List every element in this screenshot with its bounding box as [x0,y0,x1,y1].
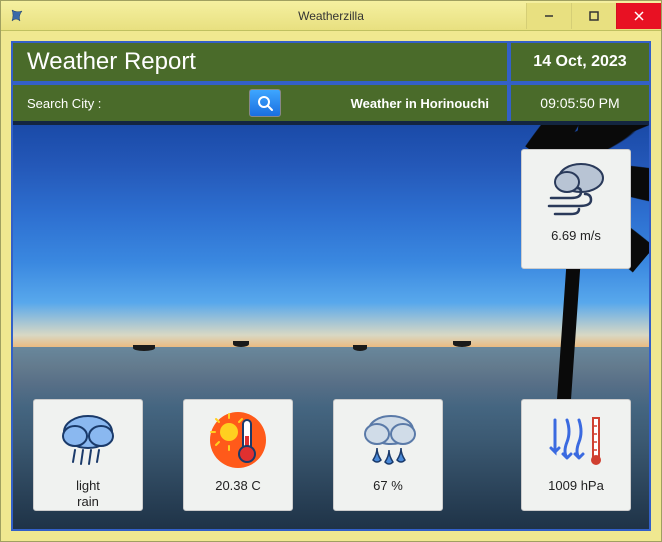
pressure-value: 1009 hPa [548,478,604,494]
window-title: Weatherzilla [298,9,364,23]
wind-card: 6.69 m/s [521,149,631,269]
thermometer-icon [203,408,273,472]
humidity-icon [353,408,423,472]
titlebar-buttons [526,3,661,29]
minimize-button[interactable] [526,3,571,29]
titlebar: Weatherzilla [1,1,661,31]
humidity-card: 67 % [333,399,443,511]
main-frame: Weather Report 14 Oct, 2023 Search City … [11,41,651,531]
time-display: 09:05:50 PM [507,85,649,121]
temperature-card: 20.38 C [183,399,293,511]
wind-value: 6.69 m/s [551,228,601,244]
date-display: 14 Oct, 2023 [507,43,649,81]
page-title: Weather Report [13,48,507,76]
humidity-value: 67 % [373,478,403,494]
search-input[interactable] [111,93,241,113]
search-icon [256,94,274,112]
maximize-icon [589,11,599,21]
app-window: Weatherzilla Weather Report 14 Oct, 2023… [0,0,662,542]
condition-value: light rain [76,478,100,509]
close-button[interactable] [616,3,661,29]
location-label: Weather in Horinouchi [281,96,507,111]
search-bar: Search City : Weather in Horinouchi 09:0… [13,85,649,121]
pressure-card: 1009 hPa [521,399,631,511]
maximize-button[interactable] [571,3,616,29]
search-label: Search City : [13,96,111,111]
app-icon [9,8,25,24]
close-icon [634,11,644,21]
wind-icon [541,158,611,222]
app-body: Weather Report 14 Oct, 2023 Search City … [1,31,661,541]
condition-card: light rain [33,399,143,511]
pressure-icon [541,408,611,472]
temperature-value: 20.38 C [215,478,261,494]
rain-cloud-icon [53,408,123,472]
minimize-icon [544,11,554,21]
header-bar: Weather Report 14 Oct, 2023 [13,43,649,85]
search-button[interactable] [249,89,281,117]
